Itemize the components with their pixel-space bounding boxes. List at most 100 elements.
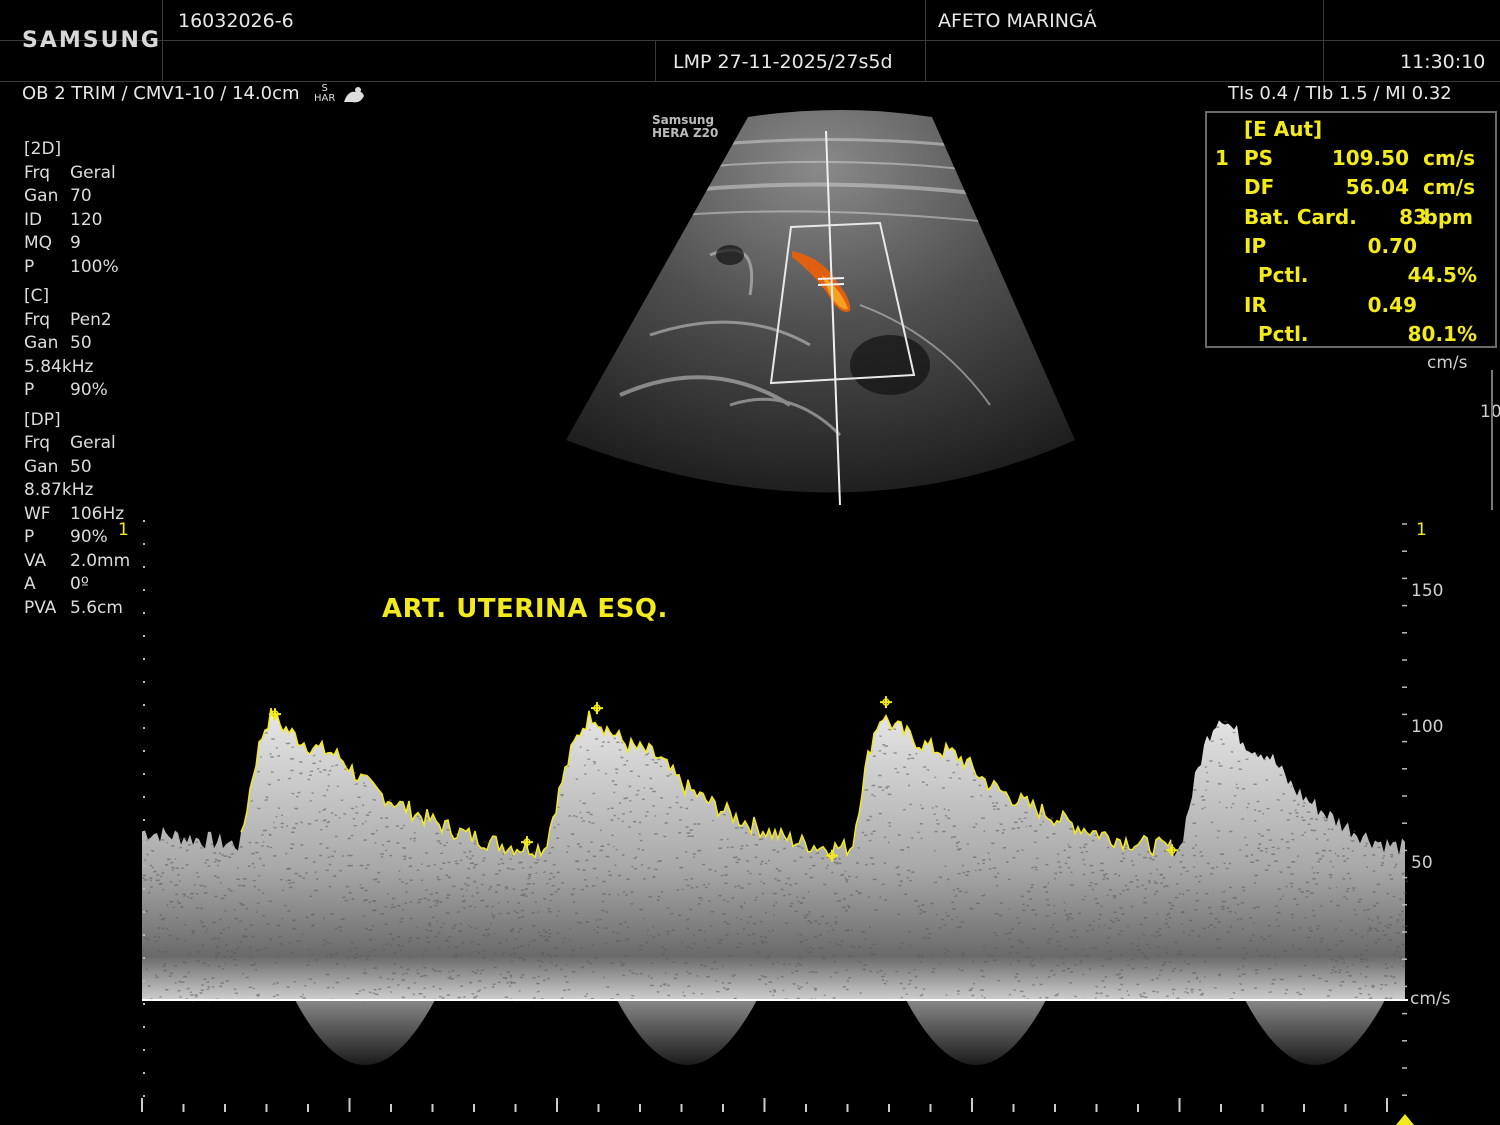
- measurement-value: 109.50: [1331, 146, 1409, 170]
- param-key: [DP]: [24, 409, 61, 430]
- param-row: [DP]: [24, 409, 61, 433]
- param-value: 9: [70, 233, 81, 253]
- param-value: Pen2: [70, 309, 112, 330]
- left-axis-dot: [143, 1003, 145, 1005]
- param-row: Frq Pen2: [24, 309, 112, 333]
- param-value: Geral: [70, 433, 116, 453]
- param-key: 5.84kHz: [24, 356, 94, 377]
- patient-id: 16032026-6: [178, 10, 294, 32]
- left-axis-dot: [143, 612, 145, 614]
- left-axis-dot: [143, 842, 145, 844]
- reverse-flow-2: [617, 1000, 757, 1065]
- left-axis-dot: [143, 658, 145, 660]
- institution-name: AFETO MARINGÁ: [938, 10, 1097, 32]
- param-key: 8.87kHz: [24, 480, 94, 500]
- thermal-mechanical-index: TIs 0.4 / TIb 1.5 / MI 0.32: [1228, 83, 1452, 104]
- velocity-tick-label: 50: [1411, 853, 1433, 873]
- param-key: MQ: [24, 233, 53, 253]
- measurement-value: 44.5%: [1407, 263, 1477, 287]
- har-indicator: S HAR: [314, 84, 335, 104]
- peak-systolic-marker[interactable]: [880, 696, 892, 709]
- velocity-scale-unit: cm/s: [1410, 989, 1451, 1009]
- param-row: Frq Geral: [24, 162, 116, 186]
- reverse-flow-4: [1245, 1000, 1385, 1065]
- param-row: Gan 70: [24, 185, 92, 209]
- measurement-mode: [E Aut]: [1244, 117, 1323, 141]
- measurement-unit: bpm: [1423, 205, 1473, 229]
- measurement-label: DF: [1244, 175, 1275, 199]
- measurement-label: IR: [1244, 293, 1267, 317]
- left-axis-dot: [143, 727, 145, 729]
- measurement-label: Pctl.: [1258, 263, 1309, 287]
- measurement-unit: cm/s: [1423, 146, 1475, 170]
- param-row: ID 120: [24, 209, 102, 233]
- header-divider-v4: [1323, 0, 1324, 82]
- left-axis-dot: [143, 865, 145, 867]
- end-diastolic-marker[interactable]: [521, 836, 533, 849]
- left-axis-dot: [143, 1095, 145, 1097]
- param-row: [2D]: [24, 138, 61, 162]
- param-key: [2D]: [24, 139, 62, 159]
- left-axis-dot: [143, 911, 145, 913]
- reverse-flow-1: [295, 1000, 435, 1065]
- param-key: Gan: [24, 456, 59, 477]
- measurement-value: 80.1%: [1407, 322, 1477, 346]
- left-axis-dot: [143, 1049, 145, 1051]
- param-value: 50: [70, 333, 92, 353]
- param-value: 120: [70, 209, 103, 230]
- param-row: P 100%: [24, 256, 119, 280]
- header-bar: SAMSUNG 16032026-6 AFETO MARINGÁ LMP 27-…: [0, 0, 1500, 82]
- measurement-label: PS: [1244, 146, 1274, 170]
- param-row: P 90%: [24, 379, 108, 403]
- param-value: 100%: [70, 256, 119, 277]
- clock-time: 11:30:10: [1400, 51, 1486, 73]
- lmp-gestational-age: LMP 27-11-2025/27s5d: [673, 51, 893, 73]
- param-value: 70: [70, 186, 92, 206]
- header-divider-v3: [925, 0, 926, 82]
- left-axis-dot: [143, 704, 145, 706]
- measurement-unit: cm/s: [1423, 175, 1475, 199]
- left-axis-dot: [143, 934, 145, 936]
- left-axis-dot: [143, 888, 145, 890]
- cursor-marker-right: 1: [1416, 520, 1427, 540]
- header-divider-v2: [655, 41, 656, 82]
- param-value: Geral: [70, 162, 116, 183]
- header-divider-h: [0, 40, 1500, 41]
- left-axis-dot: [143, 681, 145, 683]
- measurement-panel: [E Aut] 1 PS 109.50 cm/s DF 56.04 cm/s Bat. Ca…: [1205, 111, 1497, 348]
- probe-label-line2: HERA Z20: [652, 126, 719, 140]
- measurement-value: 56.04: [1345, 175, 1409, 199]
- param-row: MQ 9: [24, 232, 81, 256]
- color-scale-unit: cm/s: [1427, 353, 1468, 373]
- peak-systolic-marker[interactable]: [591, 702, 603, 715]
- left-axis-dot: [143, 750, 145, 752]
- measurement-label: IP: [1244, 234, 1267, 258]
- param-value: 90%: [70, 380, 108, 400]
- doppler-spectrum: [141, 520, 1414, 1125]
- param-key: Frq: [24, 309, 51, 330]
- color-scale-partial: 10: [1480, 402, 1500, 422]
- left-axis-dot: [143, 1072, 145, 1074]
- har-bottom: HAR: [314, 93, 336, 104]
- param-key: Gan: [24, 333, 59, 353]
- left-axis-dot: [143, 520, 145, 522]
- left-axis-dot: [143, 773, 145, 775]
- left-axis-dot: [143, 635, 145, 637]
- measurement-value: 0.49: [1367, 293, 1417, 317]
- param-row: Gan 50: [24, 456, 92, 480]
- measurement-index: 1: [1215, 146, 1229, 170]
- param-row: Gan 50: [24, 332, 92, 356]
- left-axis-dot: [143, 980, 145, 982]
- param-key: Gan: [24, 186, 59, 206]
- velocity-tick-label: 150: [1411, 581, 1444, 601]
- measurement-label: Pctl.: [1258, 322, 1309, 346]
- param-row: Frq Geral: [24, 432, 116, 456]
- color-scale-bar: [1491, 370, 1493, 510]
- cursor-marker-left: 1: [118, 520, 129, 540]
- left-axis-dot: [143, 1026, 145, 1028]
- left-axis-dot: [143, 819, 145, 821]
- measurement-value: 0.70: [1367, 234, 1417, 258]
- param-key: P: [24, 256, 35, 277]
- sweep-position-marker: [1396, 1114, 1414, 1125]
- brand-logo: SAMSUNG: [22, 28, 161, 53]
